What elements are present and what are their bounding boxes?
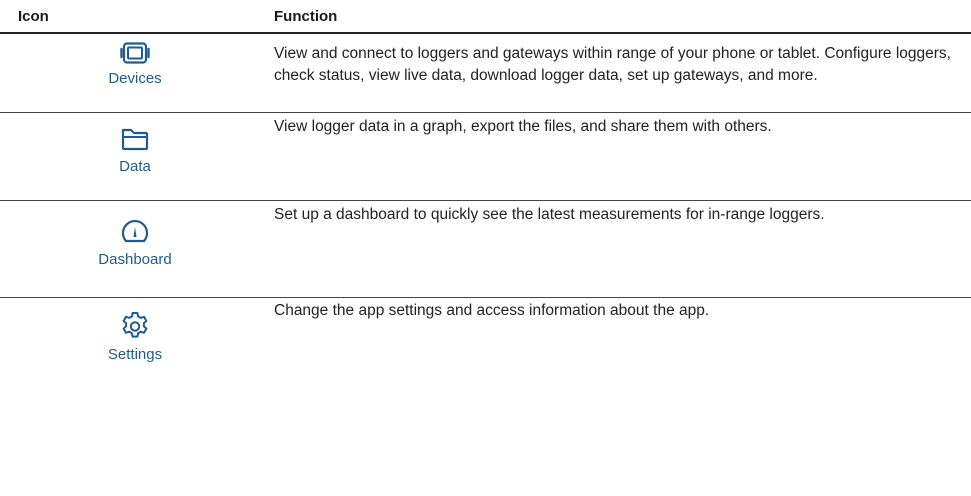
- icon-cell-data: Data: [60, 126, 210, 175]
- devices-icon: [120, 42, 150, 64]
- settings-description: Change the app settings and access infor…: [274, 302, 710, 319]
- header-function: Function: [274, 8, 338, 25]
- icon-cell-settings: Settings: [60, 310, 210, 363]
- table-header-row: Icon Function: [0, 0, 971, 34]
- devices-label: Devices: [108, 70, 162, 87]
- header-icon: Icon: [18, 8, 49, 25]
- icon-function-table: Icon Function Devices View and connect t…: [0, 0, 971, 396]
- table-row: Settings Change the app settings and acc…: [0, 298, 971, 396]
- devices-description: View and connect to loggers and gateways…: [274, 45, 951, 84]
- data-description: View logger data in a graph, export the …: [274, 118, 772, 135]
- table-row: Devices View and connect to loggers and …: [0, 34, 971, 113]
- icon-cell-devices: Devices: [60, 42, 210, 87]
- gear-icon: [122, 312, 148, 338]
- dashboard-description: Set up a dashboard to quickly see the la…: [274, 206, 825, 223]
- gauge-icon: [121, 219, 149, 243]
- folder-icon: [121, 128, 149, 151]
- dashboard-label: Dashboard: [98, 251, 172, 268]
- table-row: Dashboard Set up a dashboard to quickly …: [0, 201, 971, 298]
- icon-cell-dashboard: Dashboard: [60, 217, 210, 268]
- settings-label: Settings: [107, 346, 163, 363]
- table-row: Data View logger data in a graph, export…: [0, 113, 971, 201]
- data-label: Data: [119, 158, 151, 175]
